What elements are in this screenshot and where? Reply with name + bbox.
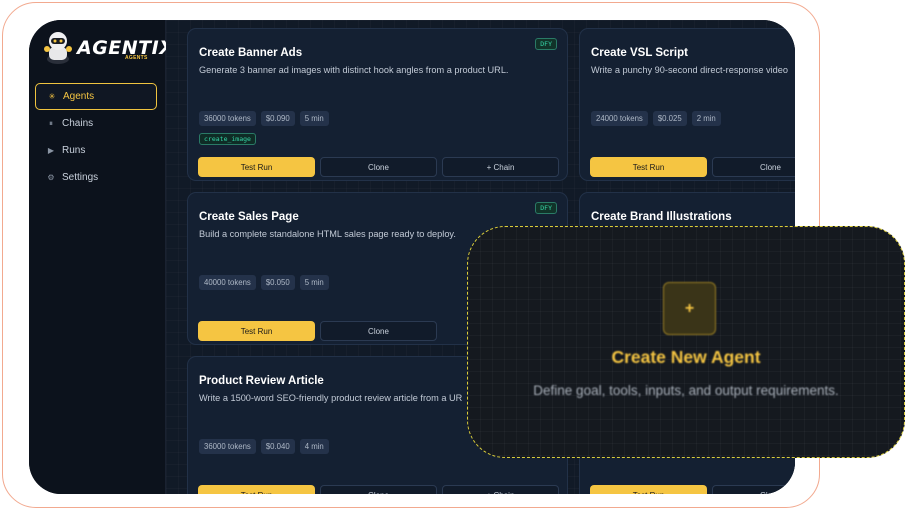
card-title: Create Brand Illustrations bbox=[591, 211, 732, 223]
clone-button[interactable]: Clone bbox=[320, 485, 437, 494]
card-description: Generate 3 banner ad images with distinc… bbox=[199, 65, 509, 75]
time-chip: 5 min bbox=[299, 275, 329, 290]
clone-button[interactable]: Clone bbox=[712, 157, 795, 177]
dfy-badge: DFY bbox=[535, 202, 557, 214]
time-chip: 4 min bbox=[299, 439, 329, 454]
create-agent-card[interactable]: + Create New Agent Define goal, tools, i… bbox=[467, 226, 905, 458]
clone-button[interactable]: Clone bbox=[320, 321, 437, 341]
create-agent-title: Create New Agent bbox=[611, 347, 761, 367]
time-chip: 5 min bbox=[299, 111, 329, 126]
create-agent-subtitle: Define goal, tools, inputs, and output r… bbox=[533, 383, 839, 398]
test-run-button[interactable]: Test Run bbox=[198, 157, 315, 177]
brand-logo: AGENTIX AGENTS bbox=[41, 29, 174, 65]
sidebar-item-agents[interactable]: ✳ Agents bbox=[35, 83, 157, 110]
sidebar-nav: ✳ Agents ⏸ Chains ▶ Runs ⚙ Settings bbox=[35, 83, 157, 191]
card-title: Product Review Article bbox=[199, 375, 324, 387]
play-icon: ▶ bbox=[47, 146, 55, 155]
tokens-chip: 40000 tokens bbox=[199, 275, 256, 290]
test-run-button[interactable]: Test Run bbox=[590, 485, 707, 494]
card-title: Create VSL Script bbox=[591, 47, 688, 59]
sidebar: AGENTIX AGENTS ✳ Agents ⏸ Chains ▶ Runs … bbox=[29, 20, 174, 494]
test-run-button[interactable]: Test Run bbox=[198, 485, 315, 494]
chains-icon: ⏸ bbox=[49, 118, 53, 128]
cost-chip: $0.040 bbox=[260, 439, 295, 454]
gear-icon: ⚙ bbox=[47, 173, 55, 182]
tokens-chip: 36000 tokens bbox=[199, 439, 256, 454]
sidebar-item-label: Chains bbox=[62, 118, 94, 129]
test-run-button[interactable]: Test Run bbox=[198, 321, 315, 341]
add-chain-button[interactable]: + Chain bbox=[442, 157, 559, 177]
time-chip: 2 min bbox=[691, 111, 721, 126]
card-description: Write a punchy 90-second direct-response… bbox=[591, 65, 788, 75]
tokens-chip: 24000 tokens bbox=[591, 111, 648, 126]
add-chain-button[interactable]: + Chain bbox=[442, 485, 559, 494]
agent-card: Create VSL Script Write a punchy 90-seco… bbox=[579, 28, 795, 181]
test-run-button[interactable]: Test Run bbox=[590, 157, 707, 177]
sidebar-item-chains[interactable]: ⏸ Chains bbox=[35, 110, 157, 137]
dfy-badge: DFY bbox=[535, 38, 557, 50]
sparkle-icon: ✳ bbox=[48, 92, 56, 101]
card-title: Create Sales Page bbox=[199, 211, 299, 223]
sidebar-item-settings[interactable]: ⚙ Settings bbox=[35, 164, 157, 191]
sidebar-item-label: Agents bbox=[63, 91, 95, 102]
robot-icon bbox=[44, 32, 72, 64]
plus-icon: + bbox=[663, 282, 716, 335]
tokens-chip: 36000 tokens bbox=[199, 111, 256, 126]
cost-chip: $0.025 bbox=[652, 111, 687, 126]
sidebar-item-label: Settings bbox=[62, 172, 99, 183]
tool-tag: create_image bbox=[199, 133, 256, 145]
sidebar-item-runs[interactable]: ▶ Runs bbox=[35, 137, 157, 164]
agent-card: Create Banner Ads DFY Generate 3 banner … bbox=[187, 28, 568, 181]
cost-chip: $0.090 bbox=[260, 111, 295, 126]
clone-button[interactable]: Clone bbox=[712, 485, 795, 494]
card-title: Create Banner Ads bbox=[199, 47, 303, 59]
brand-sub: AGENTS bbox=[125, 55, 148, 61]
cost-chip: $0.050 bbox=[260, 275, 295, 290]
clone-button[interactable]: Clone bbox=[320, 157, 437, 177]
sidebar-item-label: Runs bbox=[62, 145, 86, 156]
